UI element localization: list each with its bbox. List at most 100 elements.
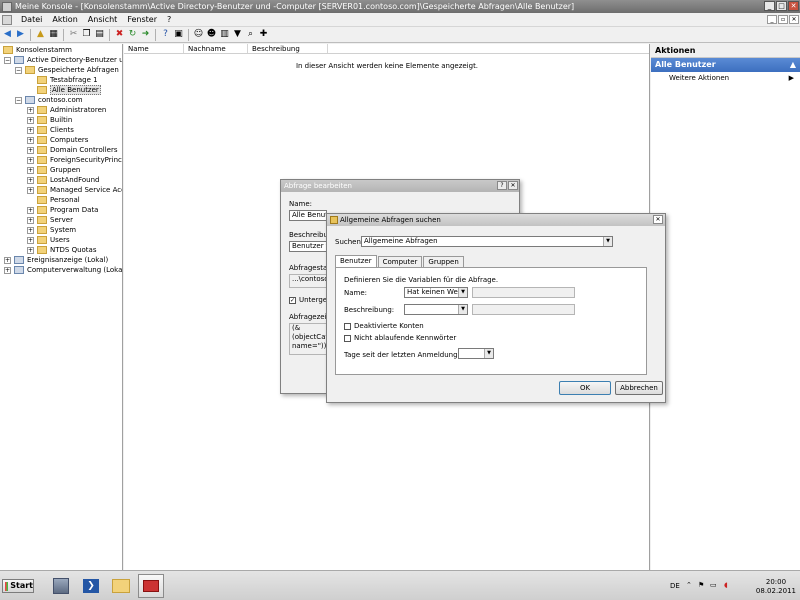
- explorer-icon[interactable]: [108, 574, 134, 598]
- menu-fenster[interactable]: Fenster: [122, 15, 162, 24]
- cut-icon[interactable]: ✂: [68, 29, 79, 40]
- column-header-nachname[interactable]: Nachname: [184, 44, 248, 53]
- mmc-taskbar-button[interactable]: [138, 574, 164, 598]
- tree-item-testabfrage[interactable]: Testabfrage 1: [37, 75, 98, 85]
- collapse-arrow-icon[interactable]: ▲: [790, 58, 796, 72]
- user-icon[interactable]: ☺: [193, 29, 204, 40]
- refresh-icon[interactable]: ↻: [127, 29, 138, 40]
- tree-item-administratoren[interactable]: + Administratoren: [27, 105, 106, 115]
- find-dialog-close-button[interactable]: ✕: [653, 215, 663, 224]
- help-icon[interactable]: ?: [160, 29, 171, 40]
- column-header-beschreibung[interactable]: Beschreibung: [248, 44, 328, 53]
- expand-icon[interactable]: +: [4, 256, 11, 264]
- mdi-restore-button[interactable]: ▫: [778, 15, 788, 24]
- mdi-minimize-button[interactable]: _: [767, 15, 777, 24]
- expand-icon[interactable]: +: [27, 206, 34, 214]
- ou-icon[interactable]: ▥: [219, 29, 230, 40]
- expand-icon[interactable]: +: [27, 156, 34, 164]
- tree-item-gruppen[interactable]: + Gruppen: [27, 165, 80, 175]
- edit-dialog-close-button[interactable]: ✕: [508, 181, 518, 190]
- expand-icon[interactable]: +: [27, 106, 34, 114]
- show-hidden-icons[interactable]: ⌃: [686, 581, 692, 589]
- tree-item-builtin[interactable]: + Builtin: [27, 115, 72, 125]
- collapse-icon[interactable]: −: [4, 56, 11, 64]
- tree-item-computerverwaltung[interactable]: + Computerverwaltung (Lokal): [4, 265, 122, 275]
- expand-icon[interactable]: +: [27, 146, 34, 154]
- tree-item-ntds-quotas[interactable]: + NTDS Quotas: [27, 245, 96, 255]
- tab-benutzer[interactable]: Benutzer: [335, 255, 377, 267]
- expand-icon[interactable]: +: [27, 136, 34, 144]
- expand-icon[interactable]: +: [27, 116, 34, 124]
- actions-section[interactable]: Alle Benutzer ▲: [651, 58, 800, 72]
- expand-icon[interactable]: +: [27, 166, 34, 174]
- properties-icon[interactable]: ▣: [173, 29, 184, 40]
- group-icon[interactable]: ☻: [206, 29, 217, 40]
- days-since-logon-select[interactable]: ▼: [458, 348, 494, 359]
- tree-item-alle-benutzer[interactable]: Alle Benutzer: [37, 85, 101, 95]
- powershell-icon[interactable]: ❯: [78, 574, 104, 598]
- expand-icon[interactable]: +: [27, 186, 34, 194]
- cancel-button[interactable]: Abbrechen: [615, 381, 663, 395]
- menu-aktion[interactable]: Aktion: [47, 15, 82, 24]
- chevron-down-icon[interactable]: ▼: [603, 237, 612, 246]
- tab-computer[interactable]: Computer: [377, 256, 423, 267]
- server-manager-icon[interactable]: [48, 574, 74, 598]
- paste-icon[interactable]: ▤: [94, 29, 105, 40]
- tree-item-contoso[interactable]: − contoso.com: [15, 95, 83, 105]
- forward-icon[interactable]: ▶: [15, 29, 26, 40]
- search-scope-select[interactable]: Allgemeine Abfragen ▼: [361, 236, 613, 247]
- collapse-icon[interactable]: −: [15, 96, 22, 104]
- desc-condition-select[interactable]: ▼: [404, 304, 468, 315]
- tree-item-personal[interactable]: Personal: [37, 195, 80, 205]
- collapse-icon[interactable]: −: [15, 66, 22, 74]
- up-folder-icon[interactable]: ▲: [35, 29, 46, 40]
- expand-icon[interactable]: +: [27, 246, 34, 254]
- tree-item-program-data[interactable]: + Program Data: [27, 205, 98, 215]
- clock[interactable]: 20:00 08.02.2011: [756, 578, 796, 596]
- expand-icon[interactable]: +: [27, 236, 34, 244]
- name-value-input[interactable]: [472, 287, 575, 298]
- mdi-close-button[interactable]: ✕: [789, 15, 799, 24]
- volume-muted-icon[interactable]: ◖: [724, 581, 728, 589]
- tree-item-server[interactable]: + Server: [27, 215, 73, 225]
- edit-name-input[interactable]: Alle Benutze: [289, 210, 327, 221]
- minimize-button[interactable]: _: [764, 1, 775, 11]
- ok-button[interactable]: OK: [559, 381, 611, 395]
- tree-item-domain-controllers[interactable]: + Domain Controllers: [27, 145, 117, 155]
- column-header-name[interactable]: Name: [124, 44, 184, 53]
- tree-item-konsolenstamm[interactable]: Konsolenstamm: [3, 45, 72, 55]
- chevron-down-icon[interactable]: ▼: [458, 305, 467, 314]
- console-tree-icon[interactable]: ▦: [48, 29, 59, 40]
- menu-ansicht[interactable]: Ansicht: [83, 15, 123, 24]
- tree-item-ereignisanzeige[interactable]: + Ereignisanzeige (Lokal): [4, 255, 108, 265]
- add-to-group-icon[interactable]: ✚: [258, 29, 269, 40]
- chevron-down-icon[interactable]: ▼: [484, 349, 493, 358]
- menu-help[interactable]: ?: [162, 15, 176, 24]
- help-button[interactable]: ?: [497, 181, 507, 190]
- name-condition-select[interactable]: Hat keinen Wert ▼: [404, 287, 468, 298]
- export-icon[interactable]: ➜: [140, 29, 151, 40]
- expand-icon[interactable]: +: [27, 226, 34, 234]
- expand-icon[interactable]: +: [27, 126, 34, 134]
- delete-icon[interactable]: ✖: [114, 29, 125, 40]
- action-center-flag-icon[interactable]: ⚑: [698, 581, 704, 589]
- tree-item-aduc[interactable]: − Active Directory-Benutzer und: [4, 55, 122, 65]
- start-button[interactable]: Start: [2, 579, 34, 593]
- language-indicator[interactable]: DE: [670, 582, 680, 590]
- chevron-down-icon[interactable]: ▼: [458, 288, 467, 297]
- back-icon[interactable]: ◀: [2, 29, 13, 40]
- non-expiring-passwords-checkbox[interactable]: Nicht ablaufende Kennwörter: [344, 334, 456, 342]
- menu-datei[interactable]: Datei: [16, 15, 47, 24]
- maximize-button[interactable]: □: [776, 1, 787, 11]
- tree-item-users[interactable]: + Users: [27, 235, 70, 245]
- action-weitere-aktionen[interactable]: Weitere Aktionen ▶: [651, 72, 800, 85]
- tree-item-clients[interactable]: + Clients: [27, 125, 74, 135]
- tree-item-managed-service[interactable]: +Managed Service Accou: [27, 185, 122, 195]
- expand-icon[interactable]: +: [27, 176, 34, 184]
- tree-item-gespeicherte-abfragen[interactable]: − Gespeicherte Abfragen: [15, 65, 119, 75]
- filter-icon[interactable]: ▼: [232, 29, 243, 40]
- network-icon[interactable]: ▭: [710, 581, 717, 589]
- copy-icon[interactable]: ❐: [81, 29, 92, 40]
- disabled-accounts-checkbox[interactable]: Deaktivierte Konten: [344, 322, 424, 330]
- tree-item-foreign-security[interactable]: +ForeignSecurityPrincipa: [27, 155, 122, 165]
